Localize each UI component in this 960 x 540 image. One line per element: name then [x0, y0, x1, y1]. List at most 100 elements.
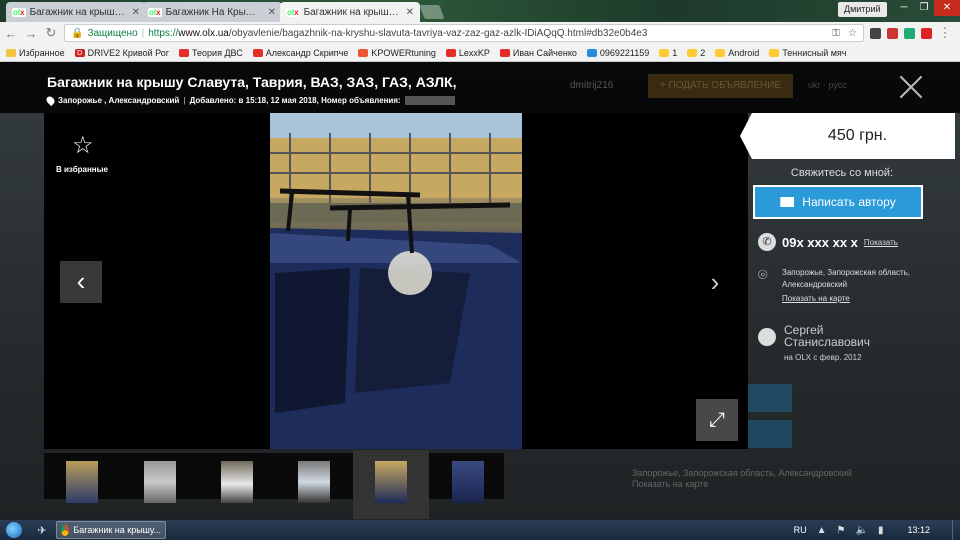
write-to-author-button[interactable]: Написать автору — [753, 185, 923, 219]
start-button[interactable] — [0, 520, 28, 540]
thumbnail-active[interactable] — [375, 461, 407, 503]
bookmark-item[interactable]: 1 — [659, 48, 677, 58]
bookmark-label: Теннисный мяч — [782, 47, 847, 58]
bookmark-label: Иван Сайченко — [512, 47, 577, 58]
bookmark-label: KPOWERtuning — [371, 47, 436, 58]
network-icon[interactable]: ▮ — [878, 525, 884, 536]
ad-meta: Запорожье , Александровский | Добавлено:… — [44, 94, 455, 107]
map-pin-icon: ⌾ — [758, 267, 768, 284]
phone-number: 09x xxx xx x — [782, 234, 858, 250]
menu-icon[interactable]: ⋮ — [938, 25, 952, 41]
security-label: Защищено — [87, 27, 138, 39]
bookmark-item[interactable]: Android — [715, 48, 759, 58]
thumbnail[interactable] — [144, 461, 176, 503]
thumbnail[interactable] — [221, 461, 253, 503]
browser-toolbar: ← → ↻ 🔒 Защищено | https://www.olx.ua/ob… — [0, 22, 960, 44]
windows-taskbar: ✈ Багажник на крышу... RU ▲ ⚑ 🔈 ▮ 13:12 — [0, 520, 960, 540]
bookmark-label: 2 — [700, 47, 706, 58]
fullscreen-button[interactable]: ⤢ — [696, 399, 738, 441]
thumbnail-strip — [44, 450, 504, 519]
stop-icon — [358, 48, 369, 57]
volume-icon[interactable]: 🔈 — [856, 525, 868, 536]
previous-photo-button[interactable]: ‹ — [60, 261, 102, 303]
redacted-ad-number — [404, 96, 455, 105]
pinned-app-icon[interactable]: ✈ — [28, 524, 56, 537]
youtube-icon — [445, 48, 456, 57]
beeline-icon — [769, 48, 780, 57]
seller-name[interactable]: Сергей Станиславович — [784, 324, 904, 348]
bookmark-item[interactable]: D DRIVE2 Кривой Рог — [74, 48, 169, 58]
ad-location: Запорожье , Александровский — [58, 96, 180, 105]
bookmark-item[interactable]: KPOWERtuning — [358, 48, 436, 58]
url-host: www.olx.ua — [178, 27, 229, 39]
browser-tab-active[interactable]: olx Багажник на крышу Сла ✕ — [280, 2, 420, 22]
thumbnail[interactable] — [66, 461, 98, 503]
olx-favicon-icon: olx — [148, 7, 162, 17]
clock[interactable]: 13:12 — [907, 525, 930, 535]
photo-gallery: ☆ В избранные ‹ › ⤢ — [44, 113, 748, 449]
browser-tab[interactable]: olx Багажник На Крышу Та ✕ — [142, 2, 282, 22]
bookmark-item[interactable]: Теория ДВС — [179, 48, 243, 58]
language-indicator[interactable]: RU — [794, 525, 807, 535]
show-on-map-link[interactable]: Показать на карте — [782, 294, 912, 303]
beeline-icon — [687, 48, 698, 57]
beeline-icon — [715, 48, 726, 57]
tray-arrow-icon[interactable]: ▲ — [817, 525, 827, 536]
seller-panel: Свяжитесь со мной: Написать автору ✆ 09x… — [752, 159, 932, 479]
back-icon[interactable]: ← — [4, 26, 18, 41]
bookmark-item[interactable]: Александр Скрипче — [252, 48, 348, 58]
show-desktop-button[interactable] — [952, 520, 960, 540]
user-avatar-icon — [758, 328, 776, 346]
star-icon[interactable]: ☆ — [72, 131, 94, 160]
show-phone-link[interactable]: Показать — [864, 238, 898, 247]
olx-favicon-icon: olx — [12, 7, 26, 17]
bookmark-item[interactable]: 0969221159 — [586, 47, 650, 58]
taskbar-chrome-task[interactable]: Багажник на крышу... — [56, 521, 166, 539]
system-tray: RU ▲ ⚑ 🔈 ▮ 13:12 — [794, 525, 952, 536]
page-content: dmitrij216 + ПОДАТЬ ОБЪЯВЛЕНИЕ ukr · рус… — [0, 62, 960, 520]
extension-icon[interactable] — [921, 27, 932, 39]
address-separator: | — [141, 27, 145, 39]
bookmark-item[interactable]: Теннисный мяч — [769, 47, 847, 58]
key-icon[interactable]: ⚿ — [832, 28, 840, 39]
browser-tab[interactable]: olx Багажник на крышу Ла ✕ — [6, 2, 146, 22]
tab-close-icon[interactable]: ✕ — [268, 7, 276, 18]
minimize-button[interactable]: ─ — [894, 0, 914, 16]
extension-icon[interactable] — [887, 27, 898, 39]
next-photo-button[interactable]: › — [700, 263, 730, 303]
address-bar[interactable]: 🔒 Защищено | https://www.olx.ua/obyavlen… — [64, 24, 864, 42]
close-gallery-icon[interactable] — [898, 74, 924, 100]
reload-icon[interactable]: ↻ — [44, 25, 58, 41]
extension-icon[interactable] — [904, 27, 915, 39]
new-tab-button[interactable] — [419, 5, 445, 19]
bookmark-label: 0969221159 — [599, 47, 650, 58]
background-post-button: + ПОДАТЬ ОБЪЯВЛЕНИЕ — [648, 74, 793, 98]
d-icon: D — [74, 48, 85, 57]
background-map-link: Показать на карте — [632, 479, 709, 489]
bookmark-item[interactable]: Иван Сайченко — [499, 47, 577, 58]
extension-icon[interactable] — [870, 27, 881, 39]
bookmark-item[interactable]: 2 — [687, 48, 705, 58]
profile-button[interactable]: Дмитрий — [838, 2, 887, 17]
seller-location-row: ⌾ Запорожье, Запорожская область, Алекса… — [758, 267, 912, 303]
bookmark-item[interactable]: Избранное — [6, 48, 65, 58]
thumbnail[interactable] — [452, 461, 484, 503]
thumbnail[interactable] — [298, 461, 330, 503]
windows-orb-icon — [6, 522, 22, 538]
calc-icon — [586, 48, 597, 57]
tab-close-icon[interactable]: ✕ — [132, 7, 140, 18]
favorite-label[interactable]: В избранные — [56, 165, 108, 174]
bookmark-label: Теория ДВС — [192, 47, 243, 58]
seller-row: Сергей Станиславович на OLX с февр. 2012 — [758, 324, 904, 362]
bookmark-label: LexxKP — [458, 47, 490, 58]
url-scheme: https:// — [148, 27, 179, 39]
bookmark-item[interactable]: LexxKP — [445, 47, 490, 58]
tab-close-icon[interactable]: ✕ — [406, 7, 414, 18]
forward-icon[interactable]: → — [24, 26, 38, 41]
bookmark-star-icon[interactable]: ☆ — [848, 28, 857, 39]
window-close-button[interactable]: ✕ — [934, 0, 960, 16]
location-pin-icon — [44, 94, 57, 107]
maximize-button[interactable]: ❐ — [914, 0, 934, 16]
bookmark-label: 1 — [672, 47, 678, 58]
flag-icon[interactable]: ⚑ — [837, 525, 846, 536]
